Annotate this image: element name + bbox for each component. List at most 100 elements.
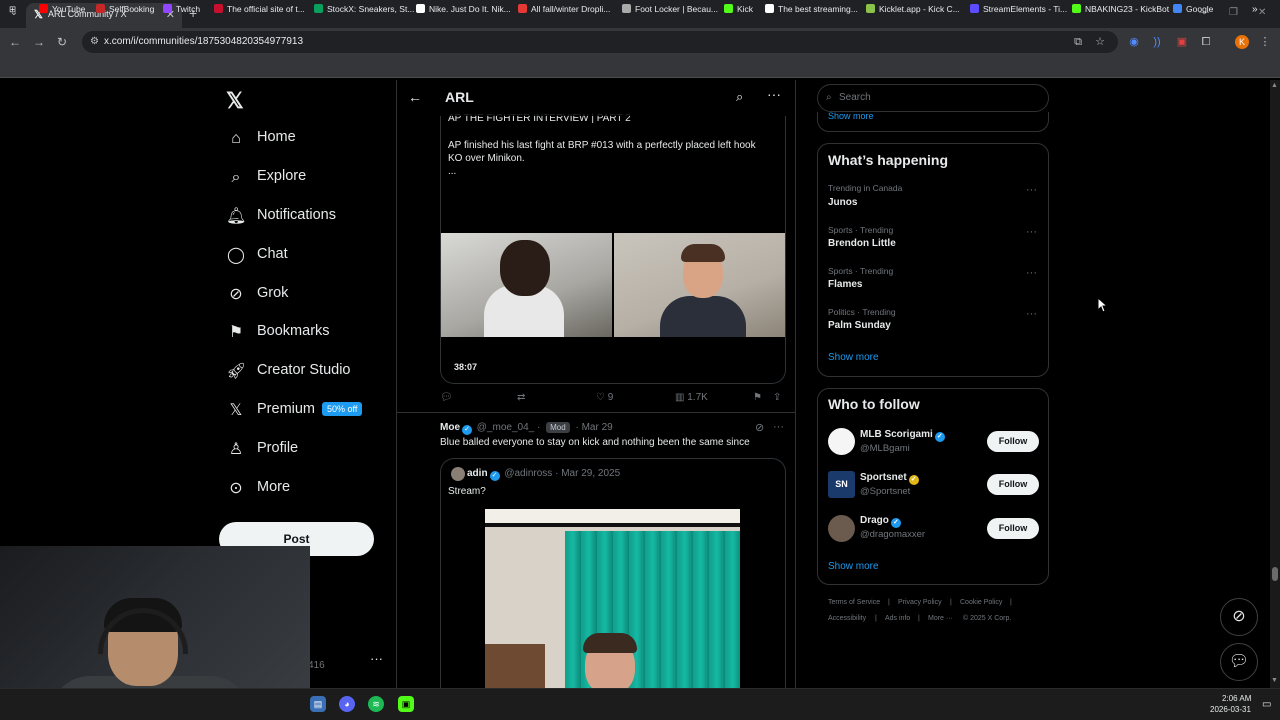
suggestion-name[interactable]: MLB Scorigami ✓ bbox=[860, 429, 947, 442]
notification-center-icon[interactable]: ▭ bbox=[1262, 699, 1271, 710]
bookmark-item[interactable]: The official site of t... bbox=[214, 4, 305, 14]
streaming-app-icon[interactable]: ▣ bbox=[398, 696, 414, 712]
grok-explain-icon[interactable]: ⊘ bbox=[755, 421, 764, 434]
clock-date[interactable]: 2026-03-31 bbox=[1210, 705, 1251, 714]
scroll-up-icon[interactable]: ▲ bbox=[1271, 82, 1278, 89]
share-icon[interactable]: ⇪ bbox=[773, 392, 781, 403]
quoted-post-body: Stream? bbox=[448, 486, 486, 497]
extensions-puzzle-icon[interactable]: ⧠ bbox=[1199, 35, 1213, 49]
community-more-icon[interactable]: ··· bbox=[767, 86, 781, 102]
x-logo-icon[interactable]: 𝕏 bbox=[226, 88, 244, 114]
footer-cookie-link[interactable]: Cookie Policy bbox=[960, 599, 1002, 606]
image-shelf bbox=[485, 644, 545, 688]
footer-terms-link[interactable]: Terms of Service bbox=[828, 599, 880, 606]
sportsnet-avatar[interactable]: SN bbox=[828, 471, 855, 498]
quoted-post-image[interactable] bbox=[485, 509, 740, 688]
chrome-menu-icon[interactable]: ⋮ bbox=[1258, 35, 1272, 49]
trend-name[interactable]: Brendon Little bbox=[828, 238, 896, 249]
drago-avatar[interactable] bbox=[828, 515, 855, 542]
bookmark-star-icon[interactable]: ☆ bbox=[1093, 35, 1107, 49]
bookmark-item[interactable]: All fall/winter Dropli... bbox=[518, 4, 610, 14]
bookmark-item[interactable]: SelfBooking bbox=[96, 4, 154, 14]
author-handle[interactable]: @_moe_04_ bbox=[477, 422, 534, 433]
follow-button[interactable]: Follow bbox=[987, 431, 1039, 452]
bookmark-favicon-icon bbox=[866, 4, 875, 13]
bookmark-item[interactable]: Twitch bbox=[163, 4, 200, 14]
bookmark-item[interactable]: YouTube bbox=[39, 4, 85, 14]
extension-shield-icon[interactable]: ◉ bbox=[1127, 35, 1141, 49]
trend-more-icon[interactable]: ··· bbox=[1026, 267, 1037, 279]
trend-more-icon[interactable]: ··· bbox=[1026, 226, 1037, 238]
bookmark-item[interactable]: Nike. Just Do It. Nik... bbox=[416, 4, 511, 14]
spotify-icon[interactable]: ≋ bbox=[368, 696, 384, 712]
account-switcher-partial[interactable]: 416 bbox=[308, 660, 325, 671]
suggestion-name[interactable]: Drago ✓ bbox=[860, 515, 903, 528]
suggestion-handle: @dragomaxxer bbox=[860, 529, 926, 540]
who-to-follow-show-more-link[interactable]: Show more bbox=[828, 561, 879, 572]
suggestion-name[interactable]: Sportsnet ✓ bbox=[860, 472, 921, 485]
install-app-icon[interactable]: ⧉ bbox=[1071, 35, 1085, 49]
post-date[interactable]: Mar 29 bbox=[582, 422, 613, 433]
clock-time[interactable]: 2:06 AM bbox=[1222, 694, 1251, 703]
previous-show-more-link[interactable]: Show more bbox=[828, 111, 874, 119]
site-info-icon[interactable]: ⚙ bbox=[90, 36, 99, 47]
footer-ads-link[interactable]: Ads info bbox=[885, 615, 910, 622]
repost-icon[interactable]: ⇄ bbox=[517, 392, 525, 403]
bookmark-item[interactable]: StreamElements - Ti... bbox=[970, 4, 1067, 14]
author-name[interactable]: Moe bbox=[440, 422, 460, 433]
bookmarks-overflow-icon[interactable]: » bbox=[1252, 4, 1258, 15]
quoted-author-avatar[interactable] bbox=[451, 467, 465, 481]
bookmark-item[interactable]: Foot Locker | Becau... bbox=[622, 4, 718, 14]
trends-show-more-link[interactable]: Show more bbox=[828, 352, 879, 363]
forward-icon[interactable]: → bbox=[33, 35, 45, 49]
scroll-down-icon[interactable]: ▼ bbox=[1271, 677, 1278, 684]
views-button[interactable]: ▥ 1.7K bbox=[675, 392, 708, 403]
window-close-icon[interactable]: ✕ bbox=[1258, 7, 1266, 18]
footer-separator: | bbox=[875, 615, 877, 622]
bookmark-post-icon[interactable]: ⚑ bbox=[753, 392, 762, 403]
trend-name[interactable]: Junos bbox=[828, 197, 857, 208]
trend-name[interactable]: Flames bbox=[828, 279, 862, 290]
like-button[interactable]: ♡ 9 bbox=[596, 392, 613, 403]
reload-icon[interactable]: ↻ bbox=[57, 35, 67, 49]
follow-button[interactable]: Follow bbox=[987, 518, 1039, 539]
community-search-icon[interactable]: ⌕ bbox=[736, 89, 743, 105]
bookmark-item[interactable]: The best streaming... bbox=[765, 4, 858, 14]
footer-accessibility-link[interactable]: Accessibility bbox=[828, 615, 866, 622]
bookmark-item[interactable]: Kicklet.app - Kick C... bbox=[866, 4, 960, 14]
file-explorer-icon[interactable]: ▤ bbox=[310, 696, 326, 712]
grok-fab-icon[interactable]: ⊘ bbox=[1220, 598, 1258, 636]
video-person-right-hair bbox=[681, 244, 725, 262]
scrollbar-thumb[interactable] bbox=[1272, 567, 1278, 581]
whats-happening-title: What’s happening bbox=[828, 152, 949, 168]
reply-icon[interactable]: 💬︎ bbox=[440, 392, 453, 403]
maximize-icon[interactable]: ❐ bbox=[1229, 7, 1238, 18]
footer-privacy-link[interactable]: Privacy Policy bbox=[898, 599, 942, 606]
bookmark-item[interactable]: NBAKING23 - KickBot bbox=[1072, 4, 1169, 14]
bookmark-favicon-icon bbox=[416, 4, 425, 13]
address-bar[interactable]: ⚙ x.com/i/communities/187530482035497791… bbox=[82, 31, 1118, 53]
bookmark-favicon-icon bbox=[96, 4, 105, 13]
footer-more-link[interactable]: More ··· bbox=[928, 615, 953, 622]
bookmark-item[interactable]: Kick bbox=[724, 4, 753, 14]
trend-more-icon[interactable]: ··· bbox=[1026, 308, 1037, 320]
post-more-icon[interactable]: ··· bbox=[773, 421, 784, 433]
trend-name[interactable]: Palm Sunday bbox=[828, 320, 891, 331]
account-more-icon[interactable]: ··· bbox=[370, 651, 383, 666]
back-arrow-icon[interactable]: ← bbox=[408, 89, 422, 105]
mlb-scorigami-avatar[interactable] bbox=[828, 428, 855, 455]
apps-grid-icon[interactable]: ⊞ bbox=[9, 4, 16, 15]
page-scrollbar[interactable] bbox=[1270, 80, 1280, 688]
messages-fab-icon[interactable]: 💬︎ bbox=[1220, 643, 1258, 681]
extension-audio-icon[interactable]: )) bbox=[1150, 35, 1164, 49]
profile-avatar[interactable]: K bbox=[1235, 35, 1249, 49]
verified-badge-icon: ✓ bbox=[934, 432, 945, 442]
bookmark-item[interactable]: Google bbox=[1173, 4, 1213, 14]
discord-icon[interactable]: ◕ bbox=[339, 696, 355, 712]
trend-more-icon[interactable]: ··· bbox=[1026, 184, 1037, 196]
follow-button[interactable]: Follow bbox=[987, 474, 1039, 495]
post-ellipsis: ... bbox=[448, 166, 457, 177]
extension-recorder-icon[interactable]: ▣ bbox=[1175, 35, 1189, 49]
bookmark-item[interactable]: StockX: Sneakers, St... bbox=[314, 4, 414, 14]
back-icon[interactable]: ← bbox=[9, 35, 21, 49]
